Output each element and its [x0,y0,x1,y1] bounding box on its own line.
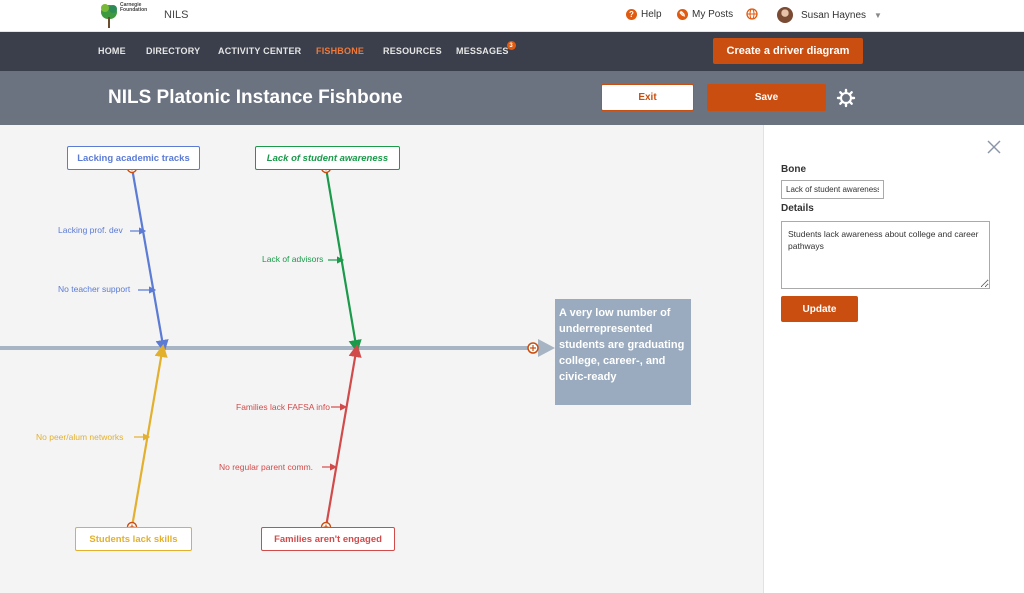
nav-fishbone[interactable]: FISHBONE [316,46,364,56]
language-button[interactable] [746,8,758,20]
pencil-icon: ✎ [677,9,688,20]
nav-messages[interactable]: MESSAGES 3 [456,41,516,56]
save-button[interactable]: Save [707,84,826,111]
details-textarea[interactable]: Students lack awareness about college an… [781,221,990,289]
nav-messages-label: MESSAGES [456,46,509,56]
sub-cause-label[interactable]: Lacking prof. dev [58,225,123,235]
sub-cause-label[interactable]: Lack of advisors [262,254,323,264]
bone-line-blue[interactable] [130,167,169,354]
sub-cause-label[interactable]: No regular parent comm. [219,462,313,472]
fishbone-canvas[interactable]: Lacking academic tracks Lack of student … [0,125,763,593]
help-label: Help [641,9,662,20]
chevron-down-icon: ▼ [874,10,882,20]
bone-line-red[interactable] [324,343,362,528]
gear-icon[interactable] [836,88,856,108]
sub-cause-label[interactable]: Families lack FAFSA info [236,402,330,412]
bone-edit-panel: Bone Details Students lack awareness abo… [763,125,1024,593]
globe-icon [746,8,758,20]
my-posts-label: My Posts [692,9,734,20]
problem-statement-box[interactable]: A very low number of underrepresented st… [555,299,691,405]
bone-box-blue[interactable]: Lacking academic tracks [67,146,200,170]
nav-resources[interactable]: RESOURCES [383,46,442,56]
nav-directory[interactable]: DIRECTORY [146,46,200,56]
bone-box-green[interactable]: Lack of student awareness [255,146,400,170]
update-button[interactable]: Update [781,296,858,322]
help-link[interactable]: ? Help [626,9,662,20]
bone-field-label: Bone [781,164,806,175]
close-icon[interactable] [986,139,1002,155]
bone-box-yellow[interactable]: Students lack skills [75,527,192,551]
user-menu[interactable]: Susan Haynes ▼ [777,7,882,23]
avatar [777,7,793,23]
app-name: NILS [164,9,189,21]
top-bar: Carnegie Foundation NILS ? Help ✎ My Pos… [0,0,1024,32]
spine-arrowhead [538,339,555,357]
bone-input[interactable] [781,180,884,199]
sub-cause-label[interactable]: No teacher support [58,284,130,294]
nav-activity-center[interactable]: ACTIVITY CENTER [218,46,301,56]
create-driver-diagram-button[interactable]: Create a driver diagram [713,38,863,64]
page-title: NILS Platonic Instance Fishbone [108,87,403,108]
logo-text: Carnegie Foundation [120,2,148,13]
details-field-label: Details [781,203,814,214]
user-name: Susan Haynes [801,9,867,21]
help-icon: ? [626,9,637,20]
messages-badge: 3 [506,41,516,50]
nav-home[interactable]: HOME [98,46,126,56]
my-posts-link[interactable]: ✎ My Posts [677,9,733,20]
title-bar: NILS Platonic Instance Fishbone Exit Sav… [0,71,1024,125]
bone-box-red[interactable]: Families aren't engaged [261,527,395,551]
main-nav: HOME DIRECTORY ACTIVITY CENTER FISHBONE … [0,32,1024,71]
sub-cause-label[interactable]: No peer/alum networks [36,432,123,442]
exit-button[interactable]: Exit [601,84,694,111]
